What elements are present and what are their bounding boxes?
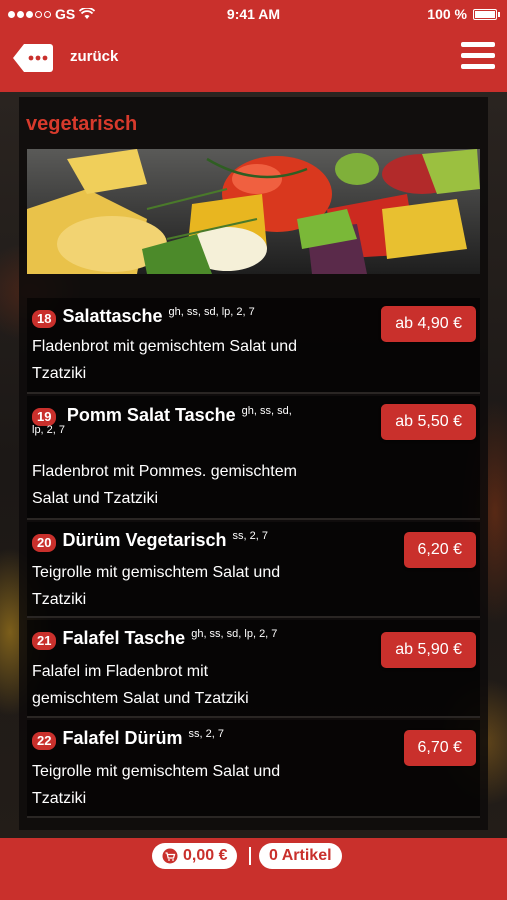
item-description: Fladenbrot mit Pommes. gemischtem Salat … xyxy=(32,463,297,507)
article-count-button[interactable]: 0 Artikel xyxy=(259,843,342,869)
price-button[interactable]: ab 5,90 € xyxy=(381,632,476,668)
battery-icon xyxy=(473,8,500,20)
back-tag-icon xyxy=(13,44,53,72)
item-allergens: gh, ss, sd, xyxy=(241,405,292,417)
back-label[interactable]: zurück xyxy=(70,48,118,65)
price-button[interactable]: ab 5,50 € xyxy=(381,404,476,440)
item-allergens: gh, ss, sd, lp, 2, 7 xyxy=(191,628,278,640)
item-name: Falafel Tasche gh, ss, sd, lp, 2, 7 xyxy=(62,628,278,648)
price-button[interactable]: 6,20 € xyxy=(403,532,476,568)
status-bar: GS 9:41 AM 100 % xyxy=(0,0,507,30)
price-button[interactable]: 6,70 € xyxy=(403,730,476,766)
item-description: Teigrolle mit gemischtem Salat und Tzatz… xyxy=(32,564,281,608)
item-allergens: ss, 2, 7 xyxy=(188,728,224,740)
menu-item[interactable]: 20 Dürüm Vegetarisch ss, 2, 7 Teigrolle m… xyxy=(27,522,480,618)
article-count: 0 Artikel xyxy=(269,847,332,864)
menu-item[interactable]: 22 Falafel Dürüm ss, 2, 7 Teigrolle mit g… xyxy=(27,720,480,818)
item-number-badge: 20 xyxy=(32,534,57,552)
item-name: Pomm Salat Tasche gh, ss, sd, xyxy=(66,405,292,425)
cart-total-button[interactable]: 0,00 € xyxy=(152,843,238,869)
price-button[interactable]: ab 4,90 € xyxy=(381,306,476,342)
item-description: Teigrolle mit gemischtem Salat und Tzatz… xyxy=(32,763,281,807)
item-allergens: gh, ss, sd, lp, 2, 7 xyxy=(168,306,255,318)
cart-footer: 0,00 € 0 Artikel xyxy=(0,838,507,900)
item-allergens: ss, 2, 7 xyxy=(232,530,268,542)
item-name: Falafel Dürüm ss, 2, 7 xyxy=(62,728,224,748)
cart-total: 0,00 € xyxy=(183,847,228,864)
item-name: Salattasche gh, ss, sd, lp, 2, 7 xyxy=(62,306,255,326)
cart-icon xyxy=(162,848,178,864)
item-name: Dürüm Vegetarisch ss, 2, 7 xyxy=(62,530,268,550)
back-button[interactable] xyxy=(12,42,54,74)
menu-item[interactable]: 18 Salattasche gh, ss, sd, lp, 2, 7 Flade… xyxy=(27,298,480,394)
item-description: Fladenbrot mit gemischtem Salat und Tzat… xyxy=(32,338,298,382)
section-title: vegetarisch xyxy=(26,113,138,135)
item-number-badge: 21 xyxy=(32,632,57,650)
item-allergens-line2: lp, 2, 7 xyxy=(32,424,66,436)
battery-label: 100 % xyxy=(427,6,467,22)
nav-bar: zurück xyxy=(0,30,507,92)
menu-item[interactable]: 21 Falafel Tasche gh, ss, sd, lp, 2, 7 Fa… xyxy=(27,620,480,718)
hamburger-menu-icon[interactable] xyxy=(461,42,495,72)
menu-item[interactable]: 19 Pomm Salat Tasche gh, ss, sd, lp, 2, 7… xyxy=(27,396,480,520)
item-number-badge: 22 xyxy=(32,732,57,750)
vegetable-skewer-image xyxy=(27,149,480,274)
item-number-badge: 18 xyxy=(32,310,57,328)
item-description: Falafel im Fladenbrot mit gemischtem Sal… xyxy=(32,663,249,707)
footer-separator xyxy=(249,847,251,865)
